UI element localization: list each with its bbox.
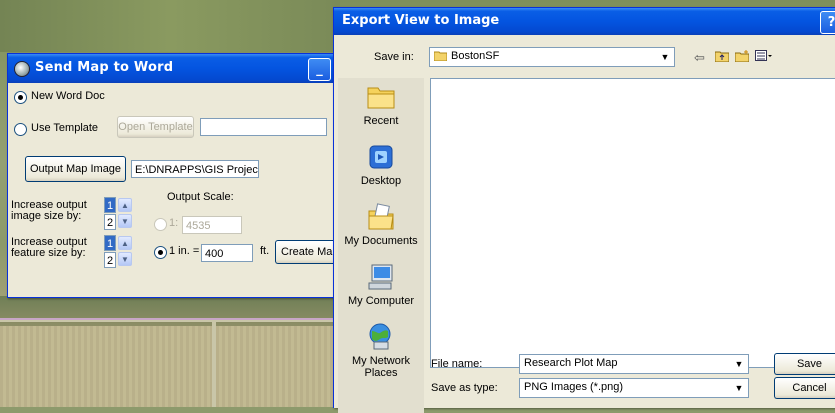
send-map-to-word-dialog: Send Map to Word _ New Word Doc Use Temp… — [7, 53, 345, 298]
feature-size-spinner[interactable]: 1 2 ▲ ▼ — [104, 235, 132, 271]
save-as-type-dropdown[interactable]: PNG Images (*.png) ▼ — [519, 378, 749, 398]
chevron-down-icon[interactable]: ▼ — [657, 49, 673, 65]
parcel-line — [0, 318, 335, 320]
save-as-type-value: PNG Images (*.png) — [524, 381, 624, 393]
new-folder-icon[interactable] — [734, 50, 750, 65]
export-body: Save in: BostonSF ▼ ⇦ Recent Desktop My … — [334, 35, 835, 413]
help-button[interactable]: ? — [820, 11, 835, 34]
place-recent[interactable]: Recent — [338, 82, 424, 127]
image-size-value-2[interactable]: 2 — [104, 214, 116, 230]
back-icon[interactable]: ⇦ — [694, 50, 705, 66]
image-size-spinner[interactable]: 1 2 ▲ ▼ — [104, 197, 132, 233]
output-scale-label: Output Scale: — [167, 191, 234, 203]
places-bar: Recent Desktop My Documents My Computer — [338, 78, 424, 413]
output-path-field[interactable]: E:\DNRAPPS\GIS Project — [131, 160, 259, 178]
network-places-icon — [366, 322, 396, 352]
template-path-field[interactable] — [200, 118, 327, 136]
chevron-down-icon[interactable]: ▼ — [731, 356, 747, 372]
place-label: My Computer — [347, 295, 415, 307]
spin-down-icon[interactable]: ▼ — [118, 214, 132, 228]
send-map-titlebar[interactable]: Send Map to Word _ — [8, 54, 345, 83]
scale-inch-field[interactable]: 400 — [201, 244, 253, 262]
place-my-network-places[interactable]: My Network Places — [338, 322, 424, 379]
output-map-image-button[interactable]: Output Map Image — [25, 156, 126, 182]
place-my-computer[interactable]: My Computer — [338, 262, 424, 307]
scale-inch-radio[interactable] — [154, 246, 167, 259]
spin-up-icon[interactable]: ▲ — [118, 198, 132, 212]
feature-size-value-2[interactable]: 2 — [104, 252, 116, 268]
export-view-to-image-dialog: Export View to Image ? Save in: BostonSF… — [333, 7, 835, 413]
place-label: Recent — [363, 115, 399, 127]
place-label: My Network Places — [351, 355, 411, 379]
export-title: Export View to Image — [342, 13, 500, 28]
export-titlebar[interactable]: Export View to Image ? — [334, 8, 835, 35]
place-my-documents[interactable]: My Documents — [338, 202, 424, 247]
save-in-dropdown[interactable]: BostonSF ▼ — [429, 47, 675, 67]
new-word-doc-label: New Word Doc — [31, 90, 105, 102]
file-list[interactable] — [430, 78, 835, 368]
map-road — [212, 318, 216, 407]
scale-inch-prefix: 1 in. = — [169, 245, 200, 257]
recent-folder-icon — [366, 82, 396, 112]
my-documents-icon — [366, 202, 396, 232]
minimize-button[interactable]: _ — [308, 58, 331, 81]
desktop-icon — [366, 142, 396, 172]
globe-icon — [14, 61, 30, 77]
my-computer-icon — [366, 262, 396, 292]
map-field — [0, 0, 340, 52]
chevron-down-icon[interactable]: ▼ — [731, 380, 747, 396]
open-template-button[interactable]: Open Template — [117, 116, 194, 138]
increase-feature-size-label: Increase output feature size by: — [11, 237, 87, 259]
spin-up-icon[interactable]: ▲ — [118, 236, 132, 250]
increase-image-line2: image size by: — [11, 210, 82, 222]
place-label: Desktop — [360, 175, 402, 187]
up-folder-icon[interactable] — [714, 50, 730, 65]
scale-ratio-field[interactable]: 4535 — [182, 216, 242, 234]
spin-down-icon[interactable]: ▼ — [118, 252, 132, 266]
image-size-value-1[interactable]: 1 — [104, 197, 116, 213]
scale-inch-unit: ft. — [260, 245, 270, 257]
feature-size-value-1[interactable]: 1 — [104, 235, 116, 251]
send-map-title: Send Map to Word — [35, 60, 174, 75]
save-in-label: Save in: — [374, 51, 414, 63]
use-template-radio[interactable] — [14, 123, 27, 136]
file-name-value: Research Plot Map — [524, 357, 618, 369]
save-in-value: BostonSF — [451, 50, 500, 62]
file-name-label: File name: — [431, 358, 483, 370]
send-map-body: New Word Doc Use Template Open Template … — [8, 83, 345, 297]
use-template-label: Use Template — [31, 122, 99, 134]
cancel-button[interactable]: Cancel — [774, 377, 835, 399]
place-desktop[interactable]: Desktop — [338, 142, 424, 187]
view-menu-icon[interactable] — [755, 50, 773, 65]
save-as-type-label: Save as type: — [431, 382, 498, 394]
scale-ratio-radio[interactable] — [154, 218, 167, 231]
new-word-doc-radio[interactable] — [14, 91, 27, 104]
save-button[interactable]: Save — [774, 353, 835, 375]
increase-image-size-label: Increase output image size by: — [11, 200, 87, 222]
folder-icon — [433, 50, 448, 64]
scale-ratio-prefix: 1: — [169, 217, 179, 229]
file-name-input[interactable]: Research Plot Map ▼ — [519, 354, 749, 374]
increase-feature-line2: feature size by: — [11, 247, 86, 259]
place-label: My Documents — [344, 235, 418, 247]
